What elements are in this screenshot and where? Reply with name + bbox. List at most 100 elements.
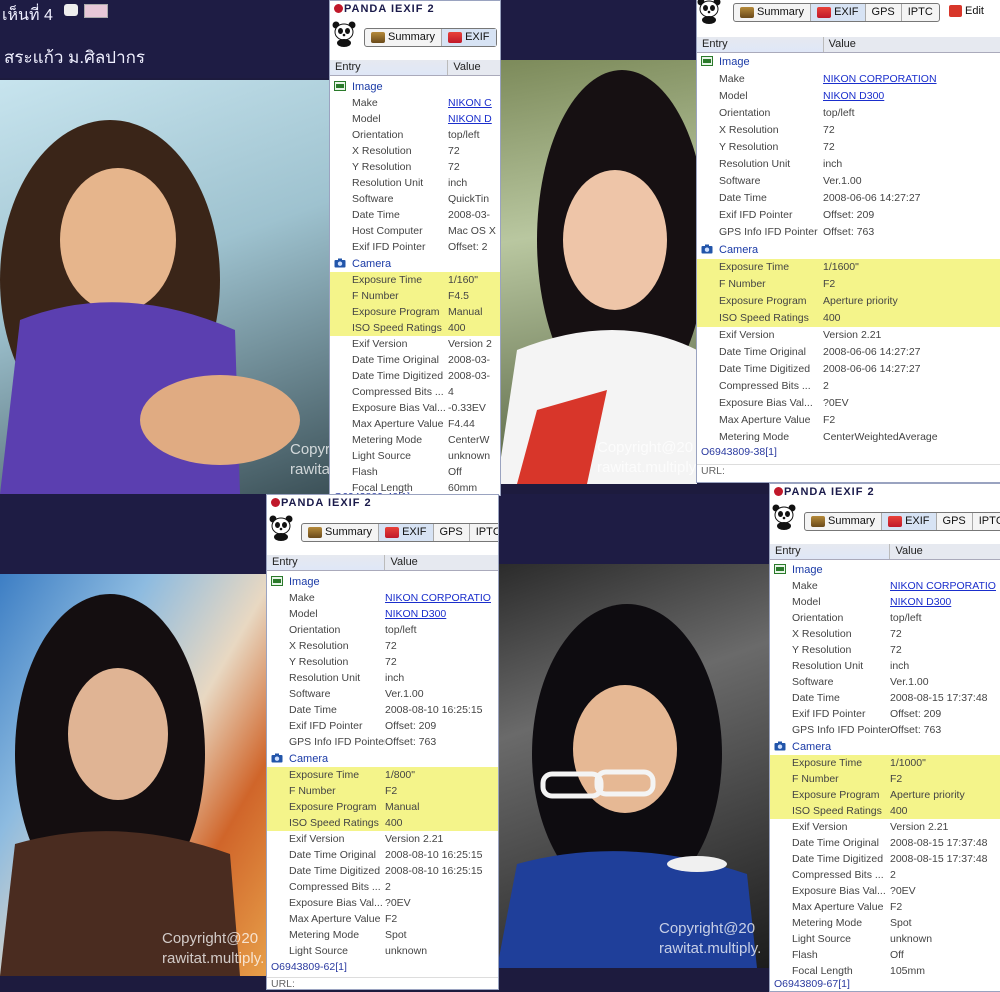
- table-row[interactable]: Compressed Bits ... 4: [330, 384, 500, 400]
- column-header-value[interactable]: Value: [824, 37, 1000, 52]
- table-row[interactable]: Exposure Time 1/160": [330, 271, 500, 288]
- row-value-link[interactable]: NIKON D300: [385, 608, 446, 620]
- table-row[interactable]: Resolution Unit inch: [697, 156, 1000, 173]
- tab-summary[interactable]: Summary: [805, 513, 883, 530]
- table-row[interactable]: Host Computer Mac OS X: [330, 223, 500, 239]
- table-row[interactable]: Date Time Digitized 2008-08-10 16:25:15: [267, 863, 498, 879]
- table-row[interactable]: Date Time Original 2008-08-10 16:25:15: [267, 847, 498, 863]
- table-row[interactable]: Y Resolution 72: [697, 139, 1000, 156]
- section-row[interactable]: Image: [267, 574, 498, 590]
- tab-summary[interactable]: Summary: [734, 4, 812, 21]
- table-row[interactable]: Model NIKON D300: [770, 594, 1000, 610]
- table-row[interactable]: Software Ver.1.00: [697, 173, 1000, 190]
- table-row[interactable]: Orientation top/left: [267, 622, 498, 638]
- section-row[interactable]: Camera: [267, 751, 498, 767]
- table-row[interactable]: Compressed Bits ... 2: [697, 378, 1000, 395]
- table-row[interactable]: Exposure Program Manual: [267, 798, 498, 815]
- table-row[interactable]: Software Ver.1.00: [267, 686, 498, 702]
- table-row[interactable]: F Number F4.5: [330, 287, 500, 304]
- table-row[interactable]: Software Ver.1.00: [770, 674, 1000, 690]
- tab-exif[interactable]: EXIF: [811, 4, 866, 21]
- table-row[interactable]: Exif IFD Pointer Offset: 209: [267, 718, 498, 734]
- column-header-value[interactable]: Value: [890, 544, 1000, 559]
- table-row[interactable]: Y Resolution 72: [267, 654, 498, 670]
- tab-exif[interactable]: EXIF: [442, 29, 496, 46]
- table-row[interactable]: X Resolution 72: [267, 638, 498, 654]
- table-row[interactable]: GPS Info IFD Pointer Offset: 763: [697, 224, 1000, 241]
- column-header-value[interactable]: Value: [385, 555, 498, 570]
- tab-iptc[interactable]: IPTC: [973, 513, 1000, 530]
- row-value-link[interactable]: NIKON CORPORATIO: [385, 592, 491, 604]
- table-row[interactable]: F Number F2: [267, 782, 498, 799]
- table-row[interactable]: Resolution Unit inch: [770, 658, 1000, 674]
- table-row[interactable]: Make NIKON C: [330, 95, 500, 111]
- table-row[interactable]: Light Source unknown: [770, 931, 1000, 947]
- table-row[interactable]: X Resolution 72: [697, 122, 1000, 139]
- tab-gps[interactable]: GPS: [866, 4, 902, 21]
- table-row[interactable]: Metering Mode Spot: [267, 927, 498, 943]
- table-row[interactable]: Compressed Bits ... 2: [267, 879, 498, 895]
- table-row[interactable]: Date Time 2008-08-10 16:25:15: [267, 702, 498, 718]
- table-row[interactable]: Date Time Digitized 2008-06-06 14:27:27: [697, 361, 1000, 378]
- column-header-entry[interactable]: Entry: [770, 544, 891, 559]
- row-value-link[interactable]: NIKON CORPORATION: [823, 73, 937, 85]
- section-row[interactable]: Image: [697, 54, 1000, 71]
- table-row[interactable]: GPS Info IFD Pointer Offset: 763: [267, 734, 498, 750]
- table-row[interactable]: ISO Speed Ratings 400: [267, 814, 498, 831]
- table-row[interactable]: Max Aperture Value F2: [267, 911, 498, 927]
- table-row[interactable]: Exposure Program Aperture priority: [697, 292, 1000, 310]
- table-row[interactable]: Exposure Time 1/800": [267, 766, 498, 783]
- section-row[interactable]: Camera: [697, 242, 1000, 259]
- column-header-entry[interactable]: Entry: [267, 555, 386, 570]
- section-row[interactable]: Camera: [330, 256, 500, 272]
- table-row[interactable]: Compressed Bits ... 2: [770, 867, 1000, 883]
- table-row[interactable]: X Resolution 72: [770, 626, 1000, 642]
- tab-exif[interactable]: EXIF: [882, 513, 937, 530]
- table-row[interactable]: Exposure Bias Val... ?0EV: [770, 883, 1000, 899]
- table-row[interactable]: Y Resolution 72: [330, 159, 500, 175]
- table-row[interactable]: Orientation top/left: [697, 105, 1000, 122]
- table-row[interactable]: Flash Off: [770, 947, 1000, 963]
- table-row[interactable]: Max Aperture Value F4.44: [330, 416, 500, 432]
- table-row[interactable]: Flash Off: [330, 464, 500, 480]
- table-row[interactable]: Model NIKON D: [330, 111, 500, 127]
- table-row[interactable]: Exposure Time 1/1600": [697, 258, 1000, 276]
- table-row[interactable]: GPS Info IFD Pointer Offset: 763: [770, 722, 1000, 738]
- tab-summary[interactable]: Summary: [365, 29, 443, 46]
- table-row[interactable]: Exposure Bias Val... ?0EV: [267, 895, 498, 911]
- table-row[interactable]: Make NIKON CORPORATION: [697, 71, 1000, 88]
- table-row[interactable]: Max Aperture Value F2: [697, 412, 1000, 429]
- row-value-link[interactable]: NIKON D: [448, 113, 492, 125]
- row-value-link[interactable]: NIKON C: [448, 97, 492, 109]
- column-header-entry[interactable]: Entry: [330, 60, 449, 75]
- row-value-link[interactable]: NIKON D300: [890, 596, 951, 608]
- table-row[interactable]: Light Source unknown: [330, 448, 500, 464]
- table-row[interactable]: Resolution Unit inch: [330, 175, 500, 191]
- table-row[interactable]: Exif IFD Pointer Offset: 2: [330, 239, 500, 255]
- table-row[interactable]: F Number F2: [770, 770, 1000, 787]
- row-value-link[interactable]: NIKON D300: [823, 90, 884, 102]
- table-row[interactable]: Exposure Program Manual: [330, 303, 500, 320]
- table-row[interactable]: Make NIKON CORPORATIO: [267, 590, 498, 606]
- table-row[interactable]: Exif Version Version 2: [330, 336, 500, 352]
- column-header-entry[interactable]: Entry: [697, 37, 824, 52]
- table-row[interactable]: Software QuickTin: [330, 191, 500, 207]
- tab-summary[interactable]: Summary: [302, 524, 380, 541]
- table-row[interactable]: ISO Speed Ratings 400: [770, 802, 1000, 819]
- table-row[interactable]: ISO Speed Ratings 400: [697, 309, 1000, 327]
- table-row[interactable]: Date Time Digitized 2008-08-15 17:37:48: [770, 851, 1000, 867]
- table-row[interactable]: Model NIKON D300: [697, 88, 1000, 105]
- table-row[interactable]: Metering Mode Spot: [770, 915, 1000, 931]
- table-row[interactable]: Max Aperture Value F2: [770, 899, 1000, 915]
- table-row[interactable]: Exif Version Version 2.21: [267, 831, 498, 847]
- table-row[interactable]: Date Time 2008-08-15 17:37:48: [770, 690, 1000, 706]
- tab-gps[interactable]: GPS: [434, 524, 470, 541]
- section-row[interactable]: Camera: [770, 739, 1000, 755]
- table-row[interactable]: Light Source unknown: [267, 943, 498, 959]
- table-row[interactable]: Model NIKON D300: [267, 606, 498, 622]
- table-row[interactable]: Date Time Original 2008-08-15 17:37:48: [770, 835, 1000, 851]
- row-value-link[interactable]: NIKON CORPORATIO: [890, 580, 996, 592]
- table-row[interactable]: F Number F2: [697, 275, 1000, 293]
- table-row[interactable]: Exif IFD Pointer Offset: 209: [697, 207, 1000, 224]
- table-row[interactable]: Exif IFD Pointer Offset: 209: [770, 706, 1000, 722]
